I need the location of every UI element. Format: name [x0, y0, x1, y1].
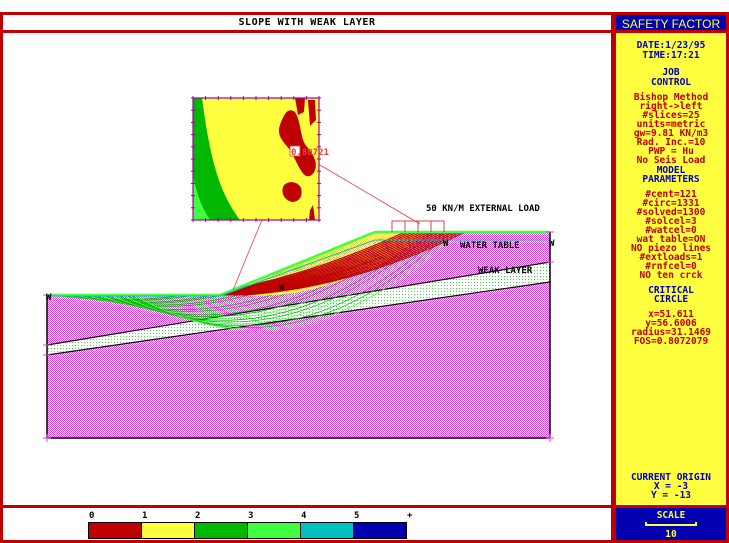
model-parameter-item: NO ten crck	[639, 270, 703, 281]
origin-y: Y = -13	[650, 490, 692, 501]
legend-color-swatch	[194, 522, 248, 539]
water-marker-mid: W	[443, 239, 449, 249]
weak-layer-label: WEAK LAYER	[478, 266, 533, 276]
legend-tick-label: 5	[354, 511, 360, 521]
legend-color-swatch	[300, 522, 354, 539]
scale-label: SCALE	[656, 510, 686, 521]
legend-tick-label: +	[407, 511, 413, 521]
scale-value: 10	[665, 529, 677, 540]
slope-plot: 50 KN/M EXTERNAL LOAD WATER TABLE WEAK L…	[43, 96, 555, 442]
plot-title: SLOPE WITH WEAK LAYER	[238, 17, 376, 28]
legend-color-swatch	[88, 522, 142, 539]
side-title: SAFETY FACTOR	[621, 17, 721, 31]
critical-heading-2: CIRCLE	[653, 294, 689, 305]
inset-fos-label: 0.80721	[291, 148, 329, 158]
scale-bar-icon	[645, 522, 697, 526]
legend-color-swatch	[141, 522, 195, 539]
water-marker-slope: W	[279, 283, 285, 293]
model-heading-2: PARAMETERS	[642, 174, 700, 185]
plot-area: 50 KN/M EXTERNAL LOAD WATER TABLE WEAK L…	[0, 30, 614, 508]
legend-tick-label: 0	[89, 511, 95, 521]
water-table-label: WATER TABLE	[460, 241, 520, 251]
water-marker-right: W	[549, 239, 555, 249]
time-text: TIME:17:21	[642, 50, 700, 61]
legend-color-swatch	[247, 522, 301, 539]
fos-legend: 0 1 2 3 4 5 +	[0, 505, 614, 543]
external-load-label: 50 KN/M EXTERNAL LOAD	[426, 204, 540, 214]
info-panel: DATE:1/23/95 TIME:17:21 JOB CONTROL Bish…	[613, 30, 729, 508]
legend-tick-label: 4	[301, 511, 307, 521]
legend-tick-label: 2	[195, 511, 201, 521]
scale-panel: SCALE 10	[613, 505, 729, 543]
water-marker-left: W	[46, 293, 52, 303]
fos-contour-inset	[191, 96, 321, 222]
job-control-heading-2: CONTROL	[650, 77, 692, 88]
critical-circle-item: FOS=0.8072079	[633, 336, 709, 347]
legend-tick-label: 3	[248, 511, 254, 521]
legend-color-swatch	[353, 522, 407, 539]
legend-tick-label: 1	[142, 511, 148, 521]
